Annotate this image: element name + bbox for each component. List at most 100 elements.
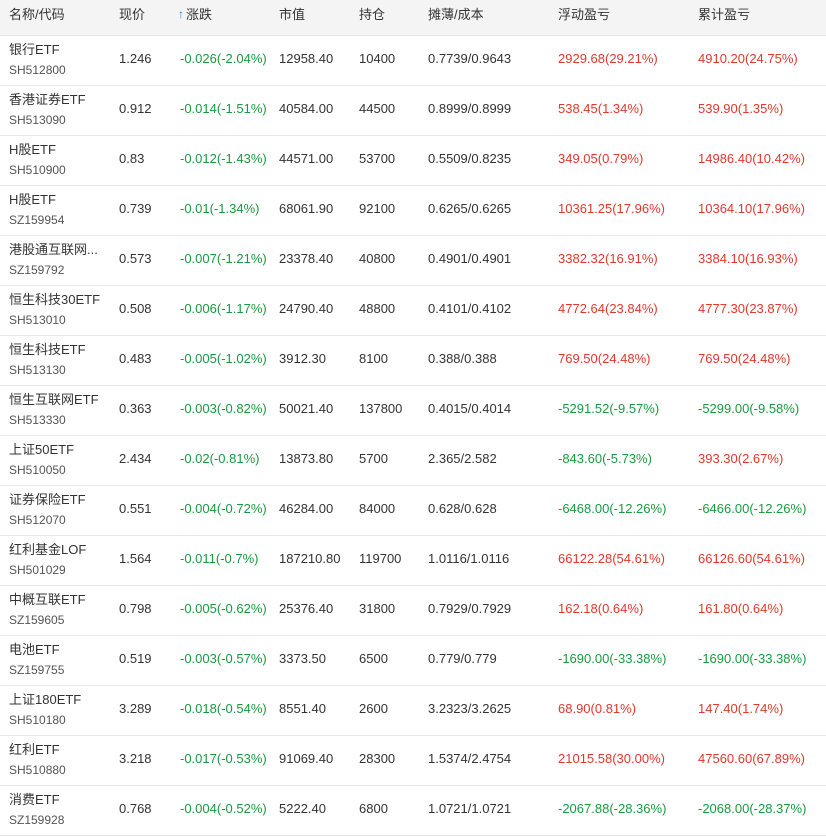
table-row[interactable]: 香港证券ETF SH513090 0.912 -0.014(-1.51%) 40584.…	[0, 86, 826, 136]
table-row[interactable]: 证券保险ETF SH512070 0.551 -0.004(-0.72%) 46284.…	[0, 486, 826, 536]
fund-name[interactable]: 恒生科技ETF	[9, 342, 104, 358]
table-row[interactable]: 上证50ETF SH510050 2.434 -0.02(-0.81%) 13873.8…	[0, 436, 826, 486]
fund-name[interactable]: H股ETF	[9, 192, 104, 208]
market-value: 187210.80	[279, 551, 341, 566]
table-row[interactable]: 银行ETF SH512800 1.246 -0.026(-2.04%) 12958.40…	[0, 36, 826, 86]
fund-code: SH510880	[9, 763, 66, 777]
fund-name[interactable]: 上证180ETF	[9, 692, 104, 708]
current-price: 0.83	[119, 151, 145, 166]
diluted-cost: 0.4901/0.4901	[428, 251, 512, 266]
current-price: 0.508	[119, 301, 152, 316]
cumulative-pl: 47560.60(67.89%)	[698, 751, 805, 766]
fund-code: SZ159928	[9, 813, 65, 827]
fund-name-code[interactable]: 港股通互联网... SZ159792	[9, 242, 109, 278]
fund-name-code[interactable]: 银行ETF SH512800	[9, 42, 109, 78]
current-price: 3.218	[119, 751, 152, 766]
cumulative-pl: 539.90(1.35%)	[698, 101, 784, 116]
table-row[interactable]: 红利基金LOF SH501029 1.564 -0.011(-0.7%) 187210.…	[0, 536, 826, 586]
header-float-pl[interactable]: 浮动盈亏	[558, 0, 610, 35]
fund-name[interactable]: 上证50ETF	[9, 442, 104, 458]
fund-name[interactable]: 银行ETF	[9, 42, 104, 58]
fund-name-code[interactable]: 电池ETF SZ159755	[9, 642, 109, 678]
position-qty: 31800	[359, 601, 396, 616]
current-price: 0.551	[119, 501, 152, 516]
fund-name-code[interactable]: 香港证券ETF SH513090	[9, 92, 109, 128]
diluted-cost: 1.0721/1.0721	[428, 801, 512, 816]
cumulative-pl: 10364.10(17.96%)	[698, 201, 805, 216]
fund-code: SH510050	[9, 463, 66, 477]
header-market-value[interactable]: 市值	[279, 0, 305, 35]
table-row[interactable]: H股ETF SZ159954 0.739 -0.01(-1.34%) 68061.90 9…	[0, 186, 826, 236]
floating-pl: 4772.64(23.84%)	[558, 301, 658, 316]
table-row[interactable]: 电池ETF SZ159755 0.519 -0.003(-0.57%) 3373.50 6…	[0, 636, 826, 686]
fund-code: SH510900	[9, 163, 66, 177]
diluted-cost: 0.4015/0.4014	[428, 401, 512, 416]
fund-name-code[interactable]: 中概互联ETF SZ159605	[9, 592, 109, 628]
price-change: -0.006(-1.17%)	[180, 301, 267, 316]
table-row[interactable]: 消费ETF SZ159928 0.768 -0.004(-0.52%) 5222.40 6…	[0, 786, 826, 836]
position-qty: 28300	[359, 751, 396, 766]
price-change: -0.003(-0.82%)	[180, 401, 267, 416]
table-row[interactable]: 红利ETF SH510880 3.218 -0.017(-0.53%) 91069.40…	[0, 736, 826, 786]
diluted-cost: 0.388/0.388	[428, 351, 497, 366]
price-change: -0.026(-2.04%)	[180, 51, 267, 66]
fund-name[interactable]: 恒生互联网ETF	[9, 392, 104, 408]
table-row[interactable]: 中概互联ETF SZ159605 0.798 -0.005(-0.62%) 25376.…	[0, 586, 826, 636]
fund-name[interactable]: H股ETF	[9, 142, 104, 158]
fund-name-code[interactable]: 证券保险ETF SH512070	[9, 492, 109, 528]
fund-name-code[interactable]: 红利ETF SH510880	[9, 742, 109, 778]
current-price: 0.483	[119, 351, 152, 366]
fund-name[interactable]: 恒生科技30ETF	[9, 292, 104, 308]
fund-name-code[interactable]: 消费ETF SZ159928	[9, 792, 109, 828]
header-price[interactable]: 现价	[119, 0, 145, 35]
fund-name[interactable]: 电池ETF	[9, 642, 104, 658]
header-cum-pl[interactable]: 累计盈亏	[698, 0, 750, 35]
fund-name[interactable]: 消费ETF	[9, 792, 104, 808]
sort-arrow-up-icon[interactable]: ↑	[178, 0, 184, 29]
current-price: 0.739	[119, 201, 152, 216]
fund-code: SZ159755	[9, 663, 65, 677]
price-change: -0.004(-0.52%)	[180, 801, 267, 816]
header-change[interactable]: ↑ 涨跌	[178, 0, 212, 35]
price-change: -0.017(-0.53%)	[180, 751, 267, 766]
fund-name[interactable]: 香港证券ETF	[9, 92, 104, 108]
fund-name-code[interactable]: H股ETF SZ159954	[9, 192, 109, 228]
fund-name-code[interactable]: 恒生科技30ETF SH513010	[9, 292, 109, 328]
market-value: 40584.00	[279, 101, 334, 116]
fund-name[interactable]: 红利ETF	[9, 742, 104, 758]
fund-name-code[interactable]: 恒生互联网ETF SH513330	[9, 392, 109, 428]
fund-name[interactable]: 红利基金LOF	[9, 542, 104, 558]
current-price: 0.573	[119, 251, 152, 266]
table-row[interactable]: 恒生科技30ETF SH513010 0.508 -0.006(-1.17%) 2479…	[0, 286, 826, 336]
table-row[interactable]: 港股通互联网... SZ159792 0.573 -0.007(-1.21%) 2337…	[0, 236, 826, 286]
cumulative-pl: 14986.40(10.42%)	[698, 151, 805, 166]
fund-name-code[interactable]: 恒生科技ETF SH513130	[9, 342, 109, 378]
header-position[interactable]: 持仓	[359, 0, 385, 35]
fund-name-code[interactable]: 上证50ETF SH510050	[9, 442, 109, 478]
price-change: -0.003(-0.57%)	[180, 651, 267, 666]
diluted-cost: 0.5509/0.8235	[428, 151, 512, 166]
header-cost[interactable]: 摊薄/成本	[428, 0, 484, 35]
table-row[interactable]: 上证180ETF SH510180 3.289 -0.018(-0.54%) 8551.…	[0, 686, 826, 736]
holdings-table: 名称/代码 现价 ↑ 涨跌 市值 持仓 摊薄/成本 浮动盈亏 累计盈亏 银行ETF…	[0, 0, 826, 836]
header-name-code[interactable]: 名称/代码	[9, 0, 65, 35]
fund-name-code[interactable]: 上证180ETF SH510180	[9, 692, 109, 728]
fund-code: SH512800	[9, 63, 66, 77]
diluted-cost: 0.8999/0.8999	[428, 101, 512, 116]
market-value: 8551.40	[279, 701, 326, 716]
current-price: 0.798	[119, 601, 152, 616]
table-row[interactable]: 恒生科技ETF SH513130 0.483 -0.005(-1.02%) 3912.3…	[0, 336, 826, 386]
table-row[interactable]: 恒生互联网ETF SH513330 0.363 -0.003(-0.82%) 50021…	[0, 386, 826, 436]
table-row[interactable]: H股ETF SH510900 0.83 -0.012(-1.43%) 44571.00 5…	[0, 136, 826, 186]
fund-name[interactable]: 证券保险ETF	[9, 492, 104, 508]
fund-name-code[interactable]: 红利基金LOF SH501029	[9, 542, 109, 578]
cumulative-pl: 161.80(0.64%)	[698, 601, 784, 616]
fund-name-code[interactable]: H股ETF SH510900	[9, 142, 109, 178]
floating-pl: 66122.28(54.61%)	[558, 551, 665, 566]
fund-name[interactable]: 港股通互联网...	[9, 242, 104, 258]
current-price: 0.519	[119, 651, 152, 666]
price-change: -0.02(-0.81%)	[180, 451, 260, 466]
floating-pl: 68.90(0.81%)	[558, 701, 637, 716]
fund-code: SH513090	[9, 113, 66, 127]
fund-name[interactable]: 中概互联ETF	[9, 592, 104, 608]
